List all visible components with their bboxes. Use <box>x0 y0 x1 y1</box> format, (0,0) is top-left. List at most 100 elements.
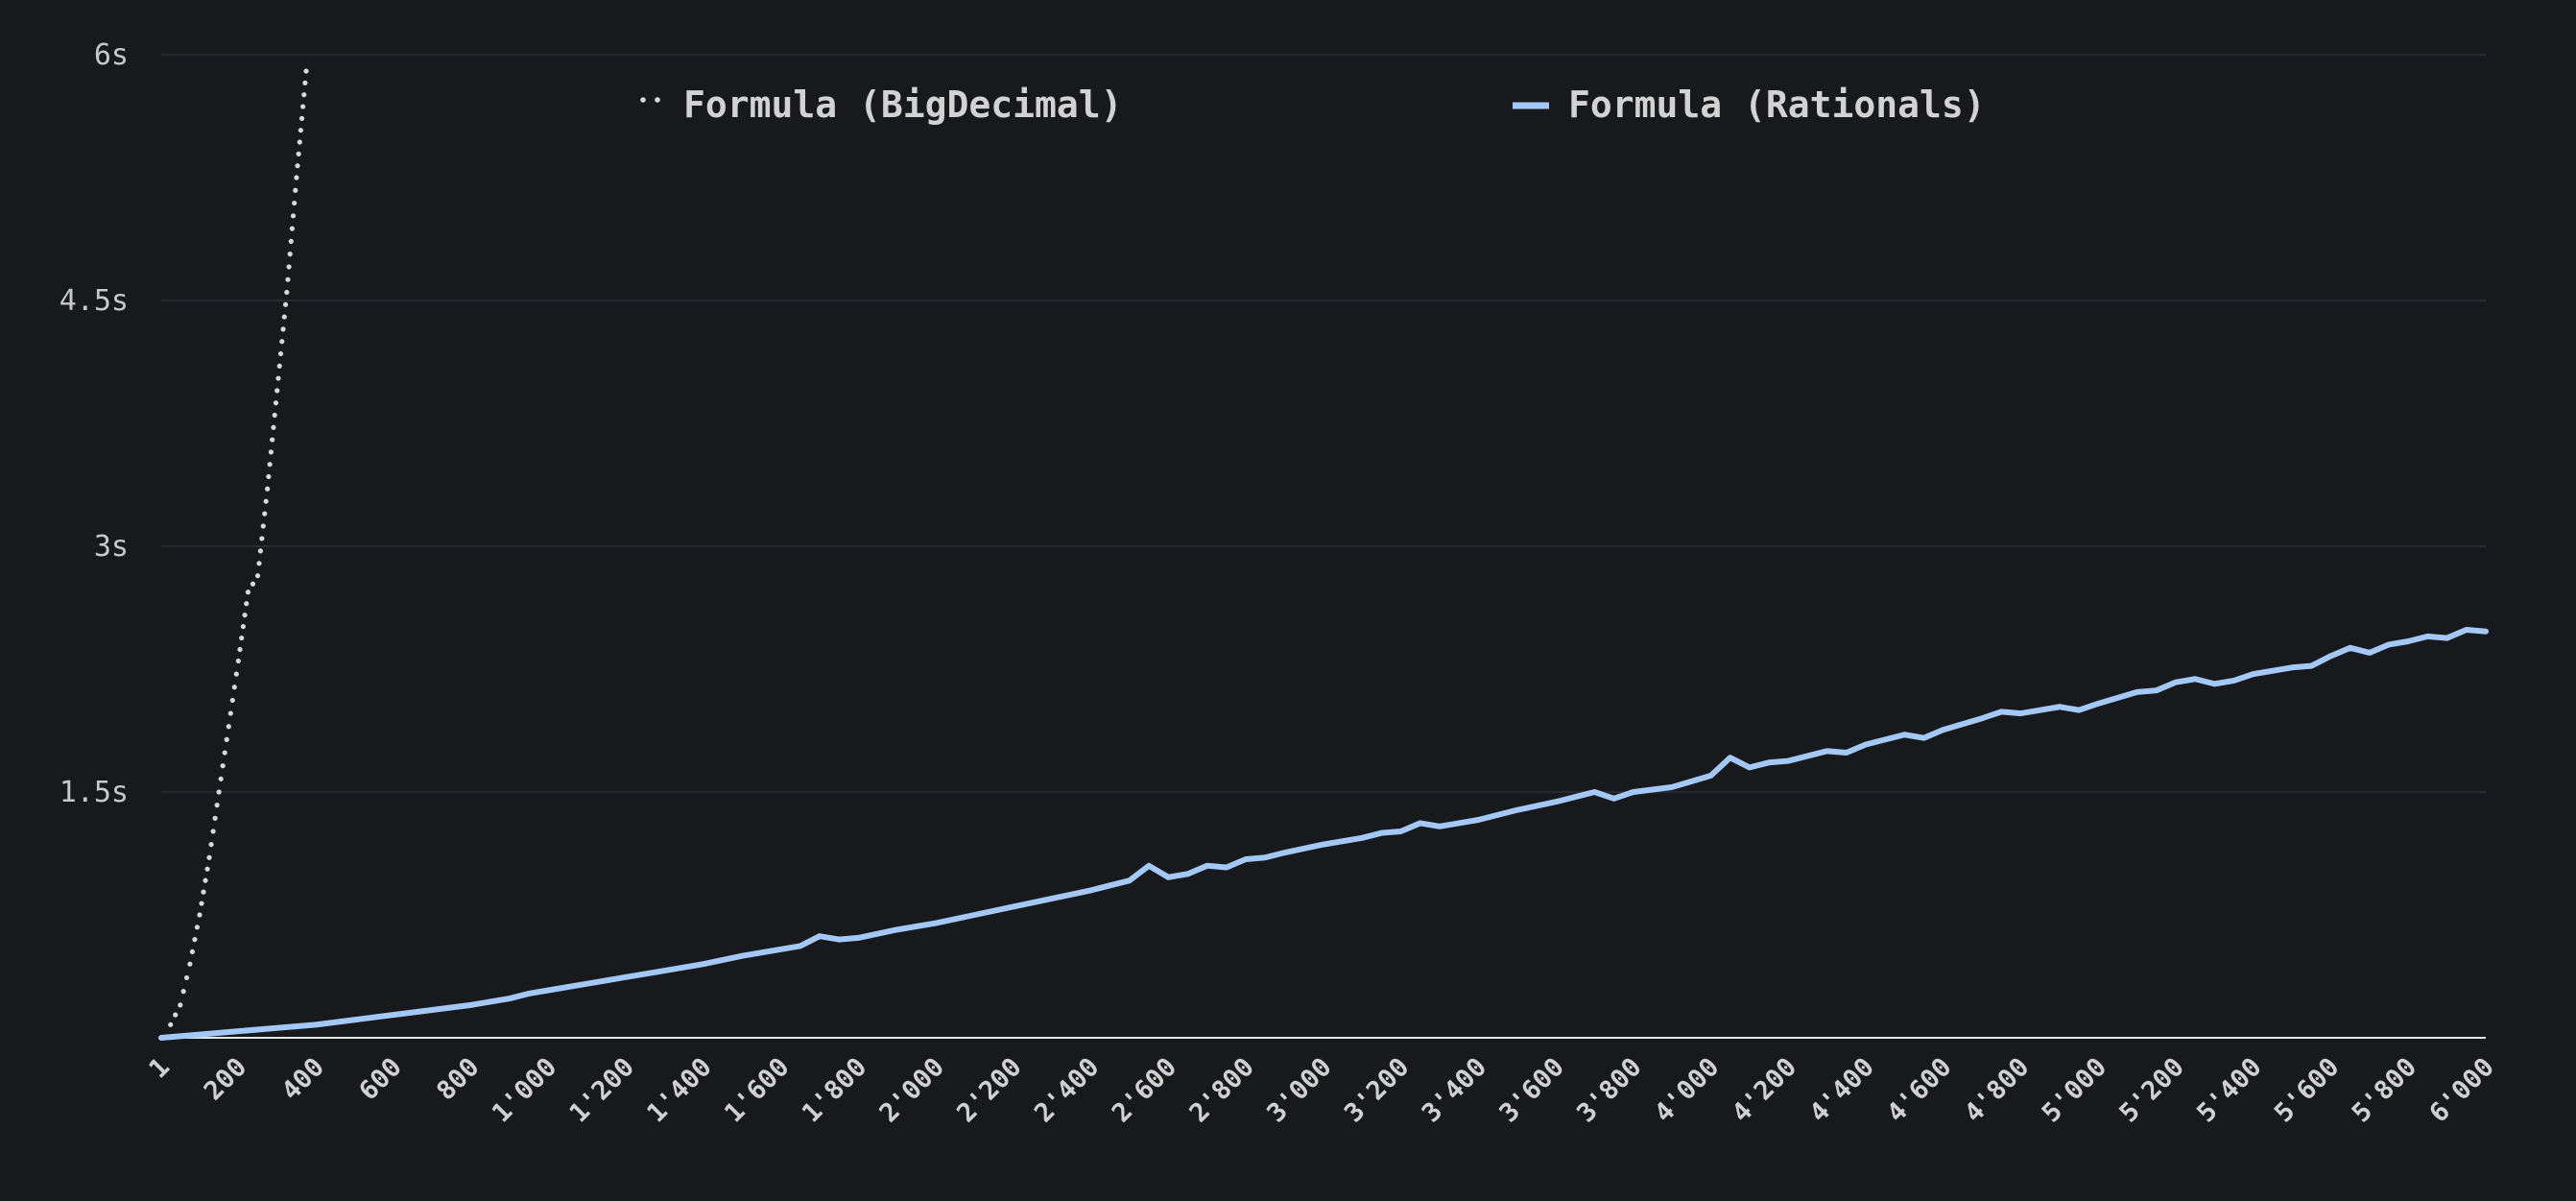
series-bigdecimal-dot <box>180 989 186 995</box>
series-bigdecimal-dot <box>265 486 271 492</box>
x-tick-label: 600 <box>353 1052 407 1106</box>
x-tick-label: 3'600 <box>1494 1052 1570 1128</box>
series-bigdecimal-dot <box>178 1002 183 1008</box>
series-bigdecimal-dot <box>282 301 289 307</box>
series-bigdecimal-dot <box>222 750 227 756</box>
x-tick-label: 1'800 <box>797 1052 872 1128</box>
series-bigdecimal-dot <box>235 658 241 664</box>
series-bigdecimal-dot <box>212 815 218 821</box>
series-bigdecimal-dot <box>293 187 298 193</box>
series-bigdecimal-dot <box>220 763 226 769</box>
series-bigdecimal-dot <box>244 601 250 607</box>
series-bigdecimal-dot <box>284 289 290 296</box>
series-bigdecimal-dot <box>240 624 246 630</box>
series-bigdecimal-dot <box>288 238 294 244</box>
series-bigdecimal-dot <box>216 789 222 795</box>
series-bigdecimal-dot <box>268 449 274 455</box>
series-rationals-line <box>158 627 2489 1041</box>
series-bigdecimal-dot <box>183 974 190 981</box>
series-bigdecimal-dot <box>287 252 293 257</box>
series-bigdecimal-dot <box>292 200 298 206</box>
y-tick-label: 6s <box>94 38 129 72</box>
series-bigdecimal-dot <box>290 213 297 219</box>
x-tick-label: 5'800 <box>2347 1052 2422 1128</box>
series-bigdecimal-dot <box>214 803 220 808</box>
series-bigdecimal-dot <box>279 339 285 345</box>
series-bigdecimal <box>158 68 309 1041</box>
series-bigdecimal-dot <box>250 581 256 587</box>
series-bigdecimal-dot <box>245 589 251 595</box>
series-bigdecimal-dot <box>242 613 248 618</box>
y-axis: 1.5s 3s 4.5s 6s <box>60 38 129 809</box>
series-bigdecimal-dot <box>194 925 201 930</box>
series-bigdecimal-dot <box>274 388 280 394</box>
series-bigdecimal-dot <box>201 889 206 895</box>
series-bigdecimal-dot <box>275 375 281 381</box>
x-tick-label: 4'200 <box>1727 1052 1802 1128</box>
series-bigdecimal-dot <box>256 561 262 566</box>
series-bigdecimal-dot <box>260 523 266 529</box>
series-bigdecimal-dot <box>259 536 265 541</box>
series-bigdecimal-dot <box>210 829 216 834</box>
legend-label-bigdecimal: Formula (BigDecimal) <box>683 84 1123 126</box>
x-tick-label: 3'000 <box>1261 1052 1337 1128</box>
x-tick-label: 2'400 <box>1029 1052 1105 1128</box>
line-chart: 1.5s 3s 4.5s 6s 1 200 400 600 800 1'000 1'200 1'40… <box>60 38 2500 1128</box>
series-bigdecimal-dot <box>267 462 273 468</box>
legend-item-bigdecimal: Formula (BigDecimal) <box>640 84 1123 126</box>
series-bigdecimal-dot <box>189 949 195 955</box>
x-tick-label: 5'600 <box>2269 1052 2345 1128</box>
series-bigdecimal-dot <box>173 1012 179 1018</box>
legend-marker-dot <box>655 97 660 103</box>
x-tick-label: 1'000 <box>487 1052 562 1128</box>
series-bigdecimal-dot <box>280 326 286 332</box>
x-tick-label: 800 <box>431 1052 485 1106</box>
series-bigdecimal-dot <box>295 163 300 169</box>
series-bigdecimal-dot <box>187 961 193 967</box>
series-bigdecimal-dot <box>208 842 214 848</box>
legend-label-rationals: Formula (Rationals) <box>1568 84 1986 126</box>
series-bigdecimal-dot <box>254 573 261 579</box>
series-bigdecimal-dot <box>294 175 299 180</box>
series-bigdecimal-dot <box>266 473 272 480</box>
series-bigdecimal-dot <box>289 226 296 231</box>
x-tick-label: 2'200 <box>951 1052 1027 1128</box>
series-bigdecimal-dot <box>192 937 198 943</box>
series-bigdecimal-dot <box>298 128 303 133</box>
series-bigdecimal-dot <box>197 912 203 918</box>
series-bigdecimal-dot <box>302 80 308 85</box>
series-bigdecimal-dot <box>300 104 306 109</box>
series-bigdecimal-dot <box>218 776 224 781</box>
series-bigdecimal-dot <box>277 350 284 357</box>
series-bigdecimal-dot <box>233 671 239 677</box>
series-bigdecimal-dot <box>231 685 237 690</box>
x-tick-label: 1'400 <box>641 1052 717 1128</box>
series-bigdecimal-dot <box>281 314 287 320</box>
series-bigdecimal-dot <box>204 866 210 872</box>
series-bigdecimal-dot <box>298 115 305 121</box>
y-tick-label: 1.5s <box>60 776 129 809</box>
x-tick-label: 6'000 <box>2424 1052 2500 1128</box>
series-bigdecimal-dot <box>301 92 307 98</box>
series-bigdecimal-dot <box>203 877 208 883</box>
series-bigdecimal-dot <box>270 437 275 443</box>
x-tick-label: 4'400 <box>1804 1052 1880 1128</box>
series-bigdecimal-dot <box>206 854 212 860</box>
x-tick-label: 4'800 <box>1959 1052 2035 1128</box>
x-tick-label: 200 <box>199 1052 252 1106</box>
legend: Formula (BigDecimal) Formula (Rationals) <box>640 84 1986 126</box>
series-bigdecimal-dot <box>224 736 229 742</box>
legend-marker-dot <box>640 97 646 103</box>
series-bigdecimal-dot <box>239 635 245 641</box>
y-tick-label: 3s <box>94 530 129 564</box>
gridlines <box>161 54 2486 793</box>
legend-item-rationals: Formula (Rationals) <box>1513 84 1986 126</box>
y-tick-label: 4.5s <box>60 284 129 318</box>
x-tick-label: 1 <box>144 1052 176 1084</box>
x-tick-label: 1'200 <box>564 1052 640 1128</box>
x-tick-label: 2'800 <box>1184 1052 1260 1128</box>
series-bigdecimal-dot <box>286 264 292 270</box>
series-bigdecimal-dot <box>297 139 302 145</box>
x-tick-label: 2'600 <box>1107 1052 1182 1128</box>
x-tick-label: 4'600 <box>1881 1052 1957 1128</box>
